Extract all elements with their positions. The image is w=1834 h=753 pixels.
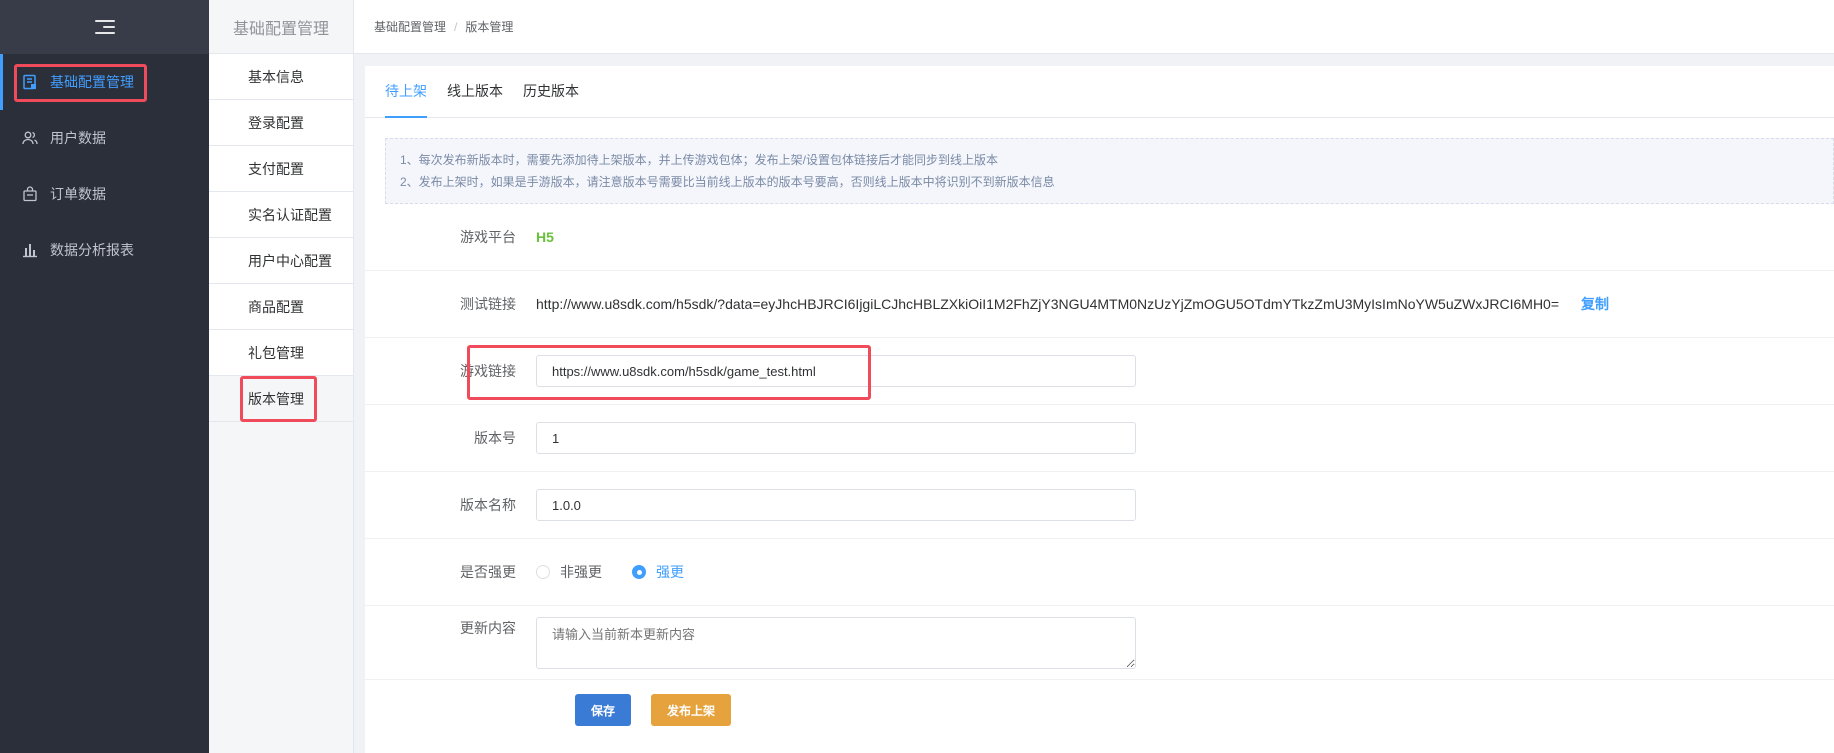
tab-online-version[interactable]: 线上版本 [447,65,503,117]
form-row-force-update: 是否强更 非强更 强更 [365,539,1834,606]
document-config-icon [22,74,38,90]
notice-box: 1、每次发布新版本时，需要先添加待上架版本，并上传游戏包体；发布上架/设置包体链… [385,138,1834,204]
update-content-textarea[interactable] [536,616,1136,669]
version-code-input[interactable]: 1 [536,422,1136,454]
sidebar-item-basic-config[interactable]: 基础配置管理 [0,54,209,110]
save-button[interactable]: 保存 [575,694,631,726]
submenu-item-product-config[interactable]: 商品配置 [209,284,353,330]
sidebar-item-label: 订单数据 [50,186,106,202]
sidebar-item-label: 用户数据 [50,130,106,146]
sidebar-item-order-data[interactable]: 订单数据 [0,166,209,222]
version-tabs: 待上架 线上版本 历史版本 [365,66,1834,118]
radio-force-update[interactable]: 强更 [632,562,684,582]
main-sidebar: 基础配置管理 用户数据 订单数据 数据分析报表 [0,0,209,753]
form-row-platform: 游戏平台 H5 [365,204,1834,271]
submenu-item-realname-config[interactable]: 实名认证配置 [209,192,353,238]
bar-chart-icon [22,242,38,258]
breadcrumb-current: 版本管理 [465,20,514,34]
users-icon [22,130,38,146]
shopping-bag-icon [22,186,38,202]
breadcrumb: 基础配置管理 / 版本管理 [354,0,1834,54]
sidebar-item-label: 基础配置管理 [50,74,134,90]
radio-circle-icon[interactable] [536,565,550,579]
submenu-title: 基础配置管理 [209,0,353,54]
submenu-item-version-management[interactable]: 版本管理 [209,376,353,422]
sidebar-item-user-data[interactable]: 用户数据 [0,110,209,166]
platform-label: 游戏平台 [460,229,516,245]
form-row-version-code: 版本号 1 [365,405,1834,472]
menu-fold-icon[interactable] [94,19,115,35]
test-link-value: http://www.u8sdk.com/h5sdk/?data=eyJhcHB… [536,296,1560,312]
force-update-radio-group: 非强更 强更 [536,562,714,582]
submenu-item-basic-info[interactable]: 基本信息 [209,54,353,100]
form-row-test-link: 测试链接 http://www.u8sdk.com/h5sdk/?data=ey… [365,271,1834,338]
submenu-item-gift-management[interactable]: 礼包管理 [209,330,353,376]
sidebar-item-label: 数据分析报表 [50,242,134,258]
copy-link-button[interactable]: 复制 [1581,294,1609,314]
submenu-item-login-config[interactable]: 登录配置 [209,100,353,146]
platform-value: H5 [536,229,554,245]
publish-button[interactable]: 发布上架 [651,694,731,726]
breadcrumb-separator: / [454,19,458,34]
sidebar-item-analytics[interactable]: 数据分析报表 [0,222,209,278]
notice-line-2: 2、发布上架时，如果是手游版本，请注意版本号需要比当前线上版本的版本号要高，否则… [400,175,1055,189]
form-row-update-content: 更新内容 [365,606,1834,680]
test-link-label: 测试链接 [460,296,516,312]
update-content-label: 更新内容 [460,620,516,636]
radio-label: 强更 [656,564,684,580]
radio-label: 非强更 [560,564,602,580]
game-link-input[interactable]: https://www.u8sdk.com/h5sdk/game_test.ht… [536,355,1136,387]
notice-line-1: 1、每次发布新版本时，需要先添加待上架版本，并上传游戏包体；发布上架/设置包体链… [400,153,999,167]
app-root: 基础配置管理 用户数据 订单数据 数据分析报表 基础配置管理 基本信息 登录配置… [0,0,1834,753]
sub-sidebar: 基础配置管理 基本信息 登录配置 支付配置 实名认证配置 用户中心配置 商品配置… [209,0,354,753]
submenu-item-payment-config[interactable]: 支付配置 [209,146,353,192]
tab-pending[interactable]: 待上架 [385,65,427,118]
main-panel: 待上架 线上版本 历史版本 1、每次发布新版本时，需要先添加待上架版本，并上传游… [365,66,1834,753]
version-name-input[interactable]: 1.0.0 [536,489,1136,521]
version-name-label: 版本名称 [460,497,516,513]
game-link-label: 游戏链接 [460,363,516,379]
radio-checked-icon[interactable] [632,565,646,579]
breadcrumb-parent[interactable]: 基础配置管理 [374,18,446,35]
radio-no-force-update[interactable]: 非强更 [536,562,602,582]
version-code-label: 版本号 [474,430,516,446]
submenu-item-user-center-config[interactable]: 用户中心配置 [209,238,353,284]
force-update-label: 是否强更 [460,564,516,580]
action-buttons: 保存 发布上架 [365,680,1834,726]
tab-history-version[interactable]: 历史版本 [523,65,579,117]
sidebar-toggle[interactable] [0,0,209,54]
form-row-game-link: 游戏链接 https://www.u8sdk.com/h5sdk/game_te… [365,338,1834,405]
form-row-version-name: 版本名称 1.0.0 [365,472,1834,539]
